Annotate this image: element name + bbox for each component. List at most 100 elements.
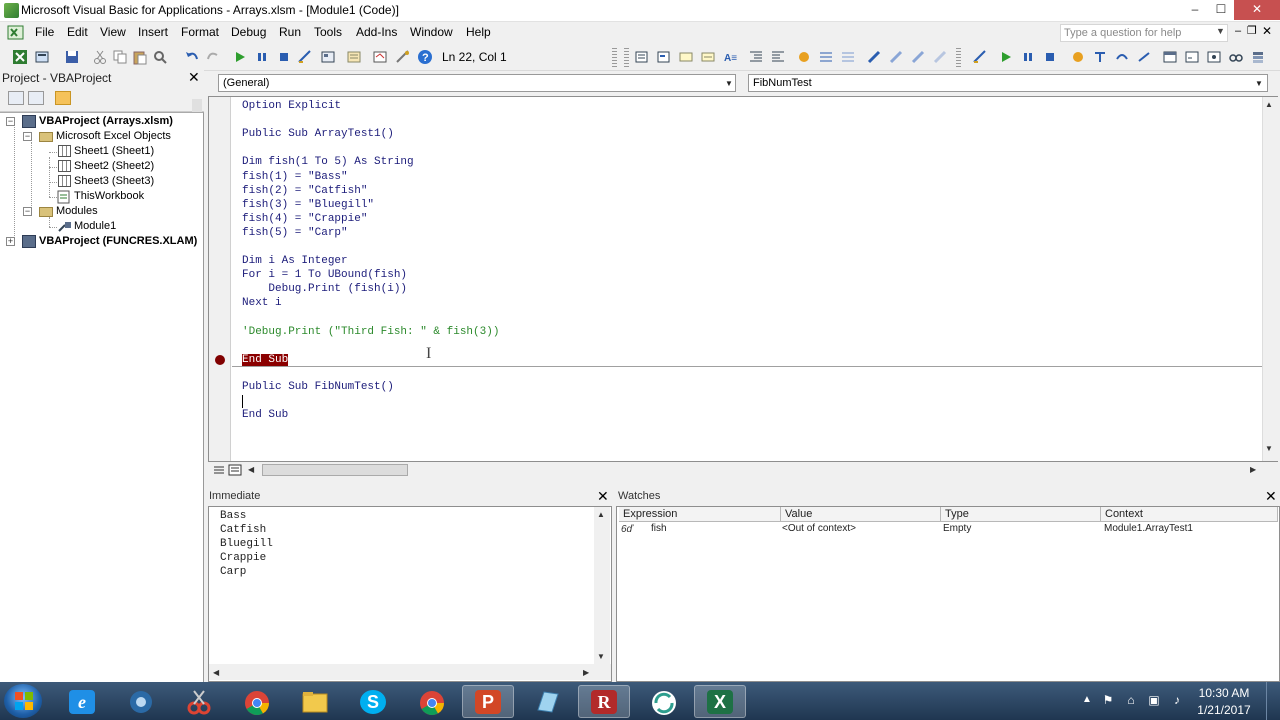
debug-stop-icon[interactable] [1042, 49, 1058, 65]
code-line[interactable]: Option Explicit [242, 100, 341, 112]
uncomment-block-icon[interactable] [840, 49, 856, 65]
horizontal-scroll-thumb[interactable] [262, 464, 408, 476]
watches-close-button[interactable]: ✕ [1265, 488, 1277, 505]
column-header-type[interactable]: Type [941, 507, 1101, 522]
help-icon[interactable]: ? [417, 49, 433, 65]
scroll-down-icon[interactable]: ▼ [1265, 444, 1273, 453]
project-explorer-icon[interactable] [320, 49, 336, 65]
breakpoint-margin[interactable] [209, 97, 231, 461]
view-object-icon[interactable] [28, 91, 44, 105]
immediate-horizontal-scrollbar[interactable] [209, 664, 611, 680]
procedure-dropdown[interactable]: FibNumTest [748, 74, 1268, 92]
cut-icon[interactable] [92, 49, 108, 65]
doc-minimize-button[interactable]: – [1235, 25, 1241, 37]
chevron-down-icon[interactable]: ▼ [1216, 26, 1225, 36]
immediate-window[interactable] [208, 506, 612, 682]
toggle-breakpoint-icon[interactable] [796, 49, 812, 65]
scroll-up-icon[interactable]: ▲ [1265, 100, 1273, 109]
redo-icon[interactable] [205, 49, 221, 65]
complete-word-icon[interactable]: A≡ [722, 49, 738, 65]
clock-time[interactable]: 10:30 AM [1195, 686, 1253, 700]
tree-item-sheet2[interactable]: Sheet2 (Sheet2) [74, 160, 154, 172]
scroll-up-icon[interactable]: ▲ [597, 510, 605, 519]
close-button[interactable]: ✕ [1234, 0, 1280, 20]
tree-item-vbaproject-funcres[interactable]: VBAProject (FUNCRES.XLAM) [39, 235, 197, 247]
toggle-folders-icon[interactable] [55, 91, 71, 105]
object-dropdown[interactable]: (General) [218, 74, 736, 92]
code-line[interactable]: Dim fish(1 To 5) As String [242, 156, 414, 168]
menu-help[interactable]: Help [466, 25, 491, 39]
code-line[interactable]: fish(4) = "Crappie" [242, 213, 367, 225]
code-line[interactable]: fish(3) = "Bluegill" [242, 199, 374, 211]
code-line[interactable]: Next i [242, 297, 282, 309]
code-line[interactable]: 'Debug.Print ("Third Fish: " & fish(3)) [242, 326, 499, 338]
tree-item-thisworkbook[interactable]: ThisWorkbook [74, 190, 144, 202]
help-search-input[interactable]: Type a question for help [1060, 24, 1228, 42]
show-hidden-icons-icon[interactable]: ▲ [1082, 694, 1092, 705]
project-scroll-arrow[interactable] [192, 99, 202, 113]
immediate-window-icon[interactable] [1184, 49, 1200, 65]
show-desktop-button[interactable] [1266, 682, 1280, 720]
watch-expression[interactable]: fish [651, 523, 667, 534]
insert-module-icon[interactable] [34, 49, 50, 65]
toolbar-grip[interactable] [624, 48, 629, 68]
step-over-icon[interactable] [1114, 49, 1130, 65]
collapse-toggle[interactable]: − [23, 207, 32, 216]
full-module-view-icon[interactable] [228, 464, 242, 476]
excel-view-icon[interactable] [7, 25, 25, 41]
copy-icon[interactable] [112, 49, 128, 65]
breakpoint-icon[interactable] [215, 355, 225, 365]
menu-edit[interactable]: Edit [67, 25, 88, 39]
debug-run-icon[interactable] [998, 49, 1014, 65]
column-header-value[interactable]: Value [781, 507, 941, 522]
collapse-toggle[interactable]: − [23, 132, 32, 141]
menu-tools[interactable]: Tools [314, 25, 342, 39]
immediate-close-button[interactable]: ✕ [597, 488, 609, 505]
display-tray-icon[interactable]: ▣ [1147, 693, 1161, 707]
run-icon[interactable] [232, 49, 248, 65]
volume-icon[interactable]: ♪ [1170, 693, 1184, 707]
clear-bookmarks-icon[interactable] [932, 49, 948, 65]
code-line[interactable]: fish(2) = "Catfish" [242, 185, 367, 197]
toggle-bookmark-icon[interactable] [866, 49, 882, 65]
flag-icon[interactable]: ⚑ [1101, 693, 1115, 707]
scroll-right-icon[interactable]: ▶ [583, 668, 589, 677]
maximize-button[interactable]: ☐ [1206, 0, 1236, 20]
scroll-left-icon[interactable]: ◀ [213, 668, 219, 677]
object-browser-icon[interactable] [372, 49, 388, 65]
code-line[interactable]: Debug.Print (fish(i)) [242, 283, 407, 295]
menu-addins[interactable]: Add-Ins [356, 25, 397, 39]
step-out-icon[interactable] [1136, 49, 1152, 65]
tree-item-module1[interactable]: Module1 [74, 220, 116, 232]
excel-icon[interactable] [12, 49, 28, 65]
indent-icon[interactable] [748, 49, 764, 65]
doc-close-button[interactable]: ✕ [1262, 24, 1272, 38]
debug-breakpoint-hand-icon[interactable] [1070, 49, 1086, 65]
save-icon[interactable] [64, 49, 80, 65]
code-line[interactable]: Dim i As Integer [242, 255, 348, 267]
properties-icon[interactable] [346, 49, 362, 65]
watch-value[interactable]: <Out of context> [782, 523, 856, 534]
menu-debug[interactable]: Debug [231, 25, 266, 39]
chevron-down-icon[interactable]: ▼ [1255, 79, 1263, 88]
tree-item-vbaproject-arrays[interactable]: VBAProject (Arrays.xlsm) [39, 115, 173, 127]
toolbox-icon[interactable] [395, 49, 411, 65]
tree-item-excel-objects[interactable]: Microsoft Excel Objects [56, 130, 171, 142]
column-header-expression[interactable]: Expression [619, 507, 781, 522]
toolbar-grip[interactable] [612, 48, 617, 68]
code-line[interactable]: fish(1) = "Bass" [242, 171, 348, 183]
menu-file[interactable]: File [35, 25, 54, 39]
tree-item-sheet1[interactable]: Sheet1 (Sheet1) [74, 145, 154, 157]
column-header-context[interactable]: Context [1101, 507, 1278, 522]
project-pane-close-button[interactable]: ✕ [188, 69, 200, 86]
design-mode-icon[interactable] [297, 49, 313, 65]
find-icon[interactable] [152, 49, 168, 65]
undo-icon[interactable] [184, 49, 200, 65]
code-vertical-scrollbar[interactable] [1262, 97, 1278, 461]
tree-item-modules[interactable]: Modules [56, 205, 98, 217]
step-into-icon[interactable] [1092, 49, 1108, 65]
list-properties-icon[interactable] [634, 49, 650, 65]
doc-restore-button[interactable]: ❐ [1247, 24, 1257, 37]
paste-icon[interactable] [132, 49, 148, 65]
pause-icon[interactable] [254, 49, 270, 65]
